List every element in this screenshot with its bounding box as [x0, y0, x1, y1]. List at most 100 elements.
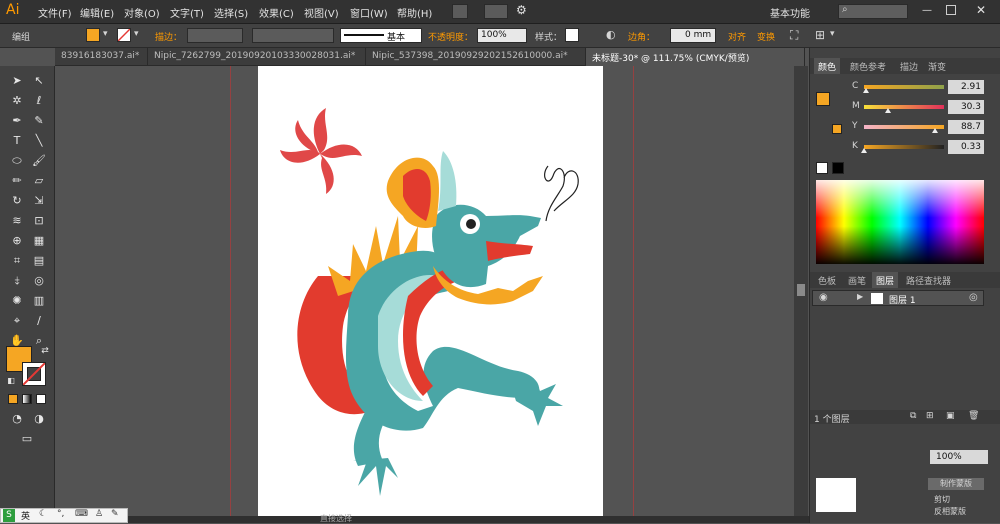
color-mode-icon[interactable]: [8, 394, 18, 404]
pencil-tool-icon[interactable]: ✏: [8, 172, 26, 190]
opacity-field[interactable]: 100%: [477, 28, 527, 43]
selection-tool-icon[interactable]: ➤: [8, 72, 26, 90]
menu-window[interactable]: 窗口(W): [350, 5, 388, 20]
expand-arrow-icon[interactable]: ▶: [857, 292, 863, 301]
magenta-value[interactable]: 30.3: [948, 100, 984, 114]
line-tool-icon[interactable]: ╲: [30, 132, 48, 150]
eyedropper-icon[interactable]: ⤈: [8, 272, 26, 290]
menu-select[interactable]: 选择(S): [214, 5, 248, 20]
corner-label[interactable]: 边角：: [628, 30, 655, 43]
panel-fill-swatch[interactable]: [816, 92, 830, 106]
align-link[interactable]: 对齐: [728, 30, 746, 43]
eraser-icon[interactable]: ▱: [30, 172, 48, 190]
tab-color-guide[interactable]: 颜色参考: [846, 58, 890, 74]
opacity-label[interactable]: 不透明度：: [428, 30, 473, 43]
punctuation-icon[interactable]: °,: [57, 509, 64, 519]
out-of-gamut-swatch[interactable]: [832, 124, 842, 134]
swap-colors-icon[interactable]: ⇄: [36, 342, 54, 360]
layer-name[interactable]: 图层 1: [889, 293, 916, 306]
type-tool-icon[interactable]: T: [8, 132, 26, 150]
chevron-down-icon[interactable]: ▾: [103, 29, 108, 39]
tab-brushes[interactable]: 画笔: [844, 272, 870, 288]
free-transform-icon[interactable]: ⊡: [30, 212, 48, 230]
keyboard-icon[interactable]: ⌨: [75, 509, 88, 519]
tab-stroke[interactable]: 描边: [896, 58, 922, 74]
stroke-label[interactable]: 描边：: [155, 30, 182, 43]
chevron-down-icon[interactable]: ▾: [830, 29, 835, 39]
maximize-icon[interactable]: [946, 5, 956, 15]
vertical-scrollbar[interactable]: [794, 66, 808, 516]
tab-gradient[interactable]: 渐变: [924, 58, 950, 74]
graphic-style-swatch[interactable]: [565, 28, 579, 42]
minimize-icon[interactable]: —: [922, 5, 932, 16]
tab-document-2[interactable]: Nipic_7262799_20190920103330028031.ai*: [148, 48, 366, 66]
stroke-color-box[interactable]: [22, 362, 46, 386]
brush-definition[interactable]: 基本: [340, 28, 422, 43]
close-icon[interactable]: ✕: [976, 3, 986, 17]
yellow-value[interactable]: 88.7: [948, 120, 984, 134]
variable-width-profile[interactable]: [252, 28, 334, 43]
none-mode-icon[interactable]: [36, 394, 46, 404]
search-input[interactable]: ⌕: [838, 4, 908, 19]
tab-color[interactable]: 颜色: [814, 58, 841, 74]
blend-tool-icon[interactable]: ◎: [30, 272, 48, 290]
menu-effect[interactable]: 效果(C): [259, 5, 294, 20]
default-colors-icon[interactable]: ◧: [2, 372, 20, 390]
warp-tool-icon[interactable]: ≋: [8, 212, 26, 230]
paintbrush-icon[interactable]: 🖌: [30, 152, 48, 170]
slice-tool-icon[interactable]: ∕: [30, 312, 48, 330]
draw-inside-icon[interactable]: ◑: [30, 410, 48, 428]
eye-icon[interactable]: ◉: [819, 292, 828, 303]
menu-help[interactable]: 帮助(H): [397, 5, 432, 20]
make-mask-button[interactable]: 制作蒙版: [928, 478, 984, 490]
menu-object[interactable]: 对象(O): [124, 5, 160, 20]
user-icon[interactable]: ♙: [95, 509, 103, 519]
artboard-tool-icon[interactable]: ⌖: [8, 312, 26, 330]
curvature-tool-icon[interactable]: ✎: [30, 112, 48, 130]
ellipse-tool-icon[interactable]: ⬭: [8, 152, 26, 170]
moon-icon[interactable]: ☾: [39, 509, 47, 519]
corner-radius-field[interactable]: 0 mm: [670, 28, 716, 43]
trash-icon[interactable]: 🗑: [968, 411, 979, 421]
shape-builder-icon[interactable]: ⊕: [8, 232, 26, 250]
tab-pathfinder[interactable]: 路径查找器: [902, 272, 955, 288]
gradient-tool-icon[interactable]: ▤: [30, 252, 48, 270]
dragon-artwork[interactable]: [258, 66, 603, 516]
bridge-button[interactable]: [452, 4, 468, 19]
slider-thumb[interactable]: [931, 128, 938, 133]
tab-layers[interactable]: 图层: [872, 272, 899, 288]
draw-mode-icon[interactable]: ◔: [8, 410, 26, 428]
workspace-switcher[interactable]: 基本功能: [770, 5, 810, 20]
symbol-sprayer-icon[interactable]: ✺: [8, 292, 26, 310]
transform-link[interactable]: 变换: [757, 30, 775, 43]
menu-type[interactable]: 文字(T): [170, 5, 204, 20]
transparency-opacity-field[interactable]: 100%: [930, 450, 988, 464]
target-icon[interactable]: ◎: [969, 292, 978, 303]
color-spectrum[interactable]: [816, 180, 984, 264]
new-layer-icon[interactable]: ⧉: [910, 411, 916, 421]
menu-view[interactable]: 视图(V): [304, 5, 339, 20]
black-value[interactable]: 0.33: [948, 140, 984, 154]
pen-tool-icon[interactable]: ✒: [8, 112, 26, 130]
ime-language[interactable]: 英: [21, 509, 30, 522]
fill-swatch[interactable]: [86, 28, 100, 42]
slider-thumb[interactable]: [863, 88, 870, 93]
stroke-weight-field[interactable]: [187, 28, 243, 43]
ime-toolbar[interactable]: S 英 ☾ °, ⌨ ♙ ✎: [0, 508, 128, 523]
grid-icon[interactable]: ⊞: [815, 28, 825, 42]
magenta-slider[interactable]: M 30.3: [852, 100, 1000, 114]
clip-checkbox[interactable]: 剪切: [934, 494, 950, 505]
stroke-swatch[interactable]: [117, 28, 131, 42]
black-swatch[interactable]: [832, 162, 844, 174]
screen-mode-icon[interactable]: ▭: [18, 430, 36, 448]
tab-swatches[interactable]: 色板: [814, 272, 840, 288]
rotate-tool-icon[interactable]: ↻: [8, 192, 26, 210]
scroll-thumb[interactable]: [797, 284, 805, 296]
chevron-down-icon[interactable]: ▾: [134, 29, 139, 39]
menu-file[interactable]: 文件(F): [38, 5, 72, 20]
tab-document-1[interactable]: 83916183037.ai*: [55, 48, 148, 66]
menu-edit[interactable]: 编辑(E): [80, 5, 114, 20]
magic-wand-icon[interactable]: ✲: [8, 92, 26, 110]
yellow-slider[interactable]: Y 88.7: [852, 120, 1000, 134]
tab-document-active[interactable]: 未标题-30* @ 111.75% (CMYK/预览): [586, 48, 805, 66]
